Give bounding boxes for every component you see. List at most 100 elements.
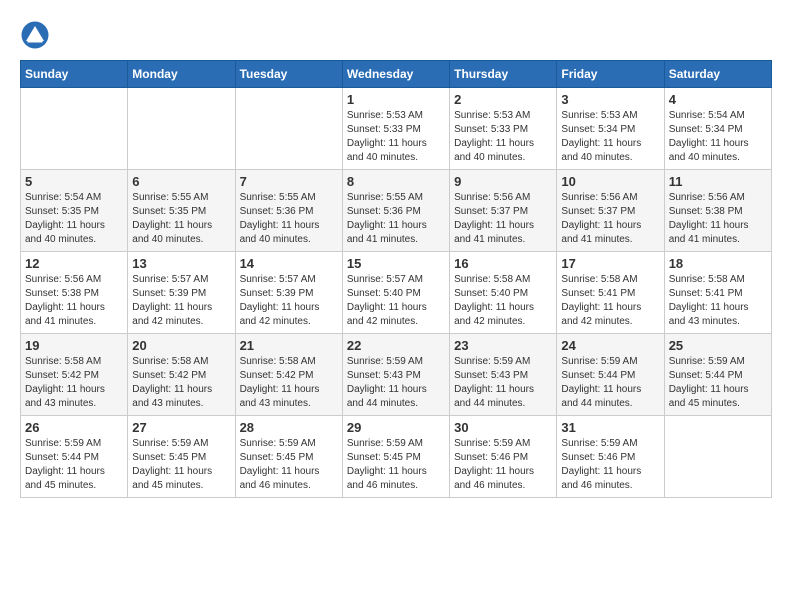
weekday-header-row: SundayMondayTuesdayWednesdayThursdayFrid… [21, 61, 772, 88]
day-number: 31 [561, 420, 659, 435]
day-info: Sunrise: 5:58 AM Sunset: 5:41 PM Dayligh… [561, 273, 659, 329]
day-info: Sunrise: 5:57 AM Sunset: 5:40 PM Dayligh… [347, 273, 445, 329]
day-info: Sunrise: 5:54 AM Sunset: 5:35 PM Dayligh… [25, 191, 123, 247]
week-row-4: 19 Sunrise: 5:58 AM Sunset: 5:42 PM Dayli… [21, 334, 772, 416]
calendar-cell [235, 88, 342, 170]
week-row-2: 5 Sunrise: 5:54 AM Sunset: 5:35 PM Daylig… [21, 170, 772, 252]
weekday-header-sunday: Sunday [21, 61, 128, 88]
day-info: Sunrise: 5:59 AM Sunset: 5:45 PM Dayligh… [347, 437, 445, 493]
calendar-cell: 10 Sunrise: 5:56 AM Sunset: 5:37 PM Dayli… [557, 170, 664, 252]
page-header [20, 20, 772, 50]
day-info: Sunrise: 5:59 AM Sunset: 5:45 PM Dayligh… [240, 437, 338, 493]
day-number: 21 [240, 338, 338, 353]
day-info: Sunrise: 5:56 AM Sunset: 5:37 PM Dayligh… [454, 191, 552, 247]
day-number: 7 [240, 174, 338, 189]
weekday-header-monday: Monday [128, 61, 235, 88]
day-info: Sunrise: 5:53 AM Sunset: 5:34 PM Dayligh… [561, 109, 659, 165]
day-info: Sunrise: 5:53 AM Sunset: 5:33 PM Dayligh… [347, 109, 445, 165]
day-number: 23 [454, 338, 552, 353]
weekday-header-wednesday: Wednesday [342, 61, 449, 88]
day-number: 1 [347, 92, 445, 107]
day-info: Sunrise: 5:59 AM Sunset: 5:43 PM Dayligh… [454, 355, 552, 411]
calendar-cell: 26 Sunrise: 5:59 AM Sunset: 5:44 PM Dayli… [21, 416, 128, 498]
calendar-cell: 23 Sunrise: 5:59 AM Sunset: 5:43 PM Dayli… [450, 334, 557, 416]
day-number: 15 [347, 256, 445, 271]
calendar-cell: 17Sunrise: 5:58 AM Sunset: 5:41 PM Dayli… [557, 252, 664, 334]
calendar-cell: 24 Sunrise: 5:59 AM Sunset: 5:44 PM Dayli… [557, 334, 664, 416]
day-info: Sunrise: 5:59 AM Sunset: 5:46 PM Dayligh… [454, 437, 552, 493]
day-number: 5 [25, 174, 123, 189]
calendar-cell: 8 Sunrise: 5:55 AM Sunset: 5:36 PM Daylig… [342, 170, 449, 252]
day-number: 25 [669, 338, 767, 353]
calendar-cell: 18 Sunrise: 5:58 AM Sunset: 5:41 PM Dayli… [664, 252, 771, 334]
calendar-cell: 1 Sunrise: 5:53 AM Sunset: 5:33 PM Daylig… [342, 88, 449, 170]
weekday-header-saturday: Saturday [664, 61, 771, 88]
calendar-cell: 21 Sunrise: 5:58 AM Sunset: 5:42 PM Dayli… [235, 334, 342, 416]
day-info: Sunrise: 5:59 AM Sunset: 5:43 PM Dayligh… [347, 355, 445, 411]
calendar-cell: 29 Sunrise: 5:59 AM Sunset: 5:45 PM Dayli… [342, 416, 449, 498]
calendar-cell [21, 88, 128, 170]
day-info: Sunrise: 5:55 AM Sunset: 5:36 PM Dayligh… [240, 191, 338, 247]
day-number: 10 [561, 174, 659, 189]
logo [20, 20, 54, 50]
day-number: 3 [561, 92, 659, 107]
calendar-cell: 13 Sunrise: 5:57 AM Sunset: 5:39 PM Dayli… [128, 252, 235, 334]
calendar-cell: 6 Sunrise: 5:55 AM Sunset: 5:35 PM Daylig… [128, 170, 235, 252]
day-number: 13 [132, 256, 230, 271]
day-number: 14 [240, 256, 338, 271]
day-number: 19 [25, 338, 123, 353]
weekday-header-tuesday: Tuesday [235, 61, 342, 88]
day-info: Sunrise: 5:57 AM Sunset: 5:39 PM Dayligh… [240, 273, 338, 329]
day-number: 18 [669, 256, 767, 271]
calendar-cell: 12 Sunrise: 5:56 AM Sunset: 5:38 PM Dayli… [21, 252, 128, 334]
day-info: Sunrise: 5:59 AM Sunset: 5:44 PM Dayligh… [25, 437, 123, 493]
day-number: 11 [669, 174, 767, 189]
calendar-cell: 9Sunrise: 5:56 AM Sunset: 5:37 PM Daylig… [450, 170, 557, 252]
day-number: 30 [454, 420, 552, 435]
day-number: 24 [561, 338, 659, 353]
day-info: Sunrise: 5:53 AM Sunset: 5:33 PM Dayligh… [454, 109, 552, 165]
calendar-cell [128, 88, 235, 170]
calendar-cell: 28 Sunrise: 5:59 AM Sunset: 5:45 PM Dayli… [235, 416, 342, 498]
day-info: Sunrise: 5:55 AM Sunset: 5:36 PM Dayligh… [347, 191, 445, 247]
day-number: 29 [347, 420, 445, 435]
calendar-cell: 11 Sunrise: 5:56 AM Sunset: 5:38 PM Dayli… [664, 170, 771, 252]
day-info: Sunrise: 5:57 AM Sunset: 5:39 PM Dayligh… [132, 273, 230, 329]
week-row-1: 1 Sunrise: 5:53 AM Sunset: 5:33 PM Daylig… [21, 88, 772, 170]
calendar-cell: 4Sunrise: 5:54 AM Sunset: 5:34 PM Daylig… [664, 88, 771, 170]
calendar-cell: 22 Sunrise: 5:59 AM Sunset: 5:43 PM Dayli… [342, 334, 449, 416]
day-info: Sunrise: 5:59 AM Sunset: 5:44 PM Dayligh… [669, 355, 767, 411]
day-info: Sunrise: 5:58 AM Sunset: 5:42 PM Dayligh… [25, 355, 123, 411]
day-number: 8 [347, 174, 445, 189]
day-number: 16 [454, 256, 552, 271]
day-number: 12 [25, 256, 123, 271]
week-row-5: 26 Sunrise: 5:59 AM Sunset: 5:44 PM Dayli… [21, 416, 772, 498]
day-info: Sunrise: 5:56 AM Sunset: 5:38 PM Dayligh… [669, 191, 767, 247]
week-row-3: 12 Sunrise: 5:56 AM Sunset: 5:38 PM Dayli… [21, 252, 772, 334]
day-number: 20 [132, 338, 230, 353]
day-number: 6 [132, 174, 230, 189]
day-info: Sunrise: 5:58 AM Sunset: 5:41 PM Dayligh… [669, 273, 767, 329]
calendar-cell: 31Sunrise: 5:59 AM Sunset: 5:46 PM Dayli… [557, 416, 664, 498]
day-number: 26 [25, 420, 123, 435]
calendar-cell [664, 416, 771, 498]
day-number: 2 [454, 92, 552, 107]
calendar-table: SundayMondayTuesdayWednesdayThursdayFrid… [20, 60, 772, 498]
day-info: Sunrise: 5:54 AM Sunset: 5:34 PM Dayligh… [669, 109, 767, 165]
calendar-cell: 7 Sunrise: 5:55 AM Sunset: 5:36 PM Daylig… [235, 170, 342, 252]
day-info: Sunrise: 5:56 AM Sunset: 5:37 PM Dayligh… [561, 191, 659, 247]
day-info: Sunrise: 5:58 AM Sunset: 5:42 PM Dayligh… [240, 355, 338, 411]
day-info: Sunrise: 5:59 AM Sunset: 5:44 PM Dayligh… [561, 355, 659, 411]
calendar-cell: 30 Sunrise: 5:59 AM Sunset: 5:46 PM Dayli… [450, 416, 557, 498]
calendar-cell: 5 Sunrise: 5:54 AM Sunset: 5:35 PM Daylig… [21, 170, 128, 252]
day-info: Sunrise: 5:59 AM Sunset: 5:45 PM Dayligh… [132, 437, 230, 493]
weekday-header-thursday: Thursday [450, 61, 557, 88]
day-info: Sunrise: 5:56 AM Sunset: 5:38 PM Dayligh… [25, 273, 123, 329]
calendar-cell: 2 Sunrise: 5:53 AM Sunset: 5:33 PM Daylig… [450, 88, 557, 170]
calendar-cell: 27Sunrise: 5:59 AM Sunset: 5:45 PM Dayli… [128, 416, 235, 498]
day-number: 22 [347, 338, 445, 353]
calendar-cell: 15 Sunrise: 5:57 AM Sunset: 5:40 PM Dayli… [342, 252, 449, 334]
calendar-cell: 3 Sunrise: 5:53 AM Sunset: 5:34 PM Daylig… [557, 88, 664, 170]
day-number: 28 [240, 420, 338, 435]
day-info: Sunrise: 5:55 AM Sunset: 5:35 PM Dayligh… [132, 191, 230, 247]
